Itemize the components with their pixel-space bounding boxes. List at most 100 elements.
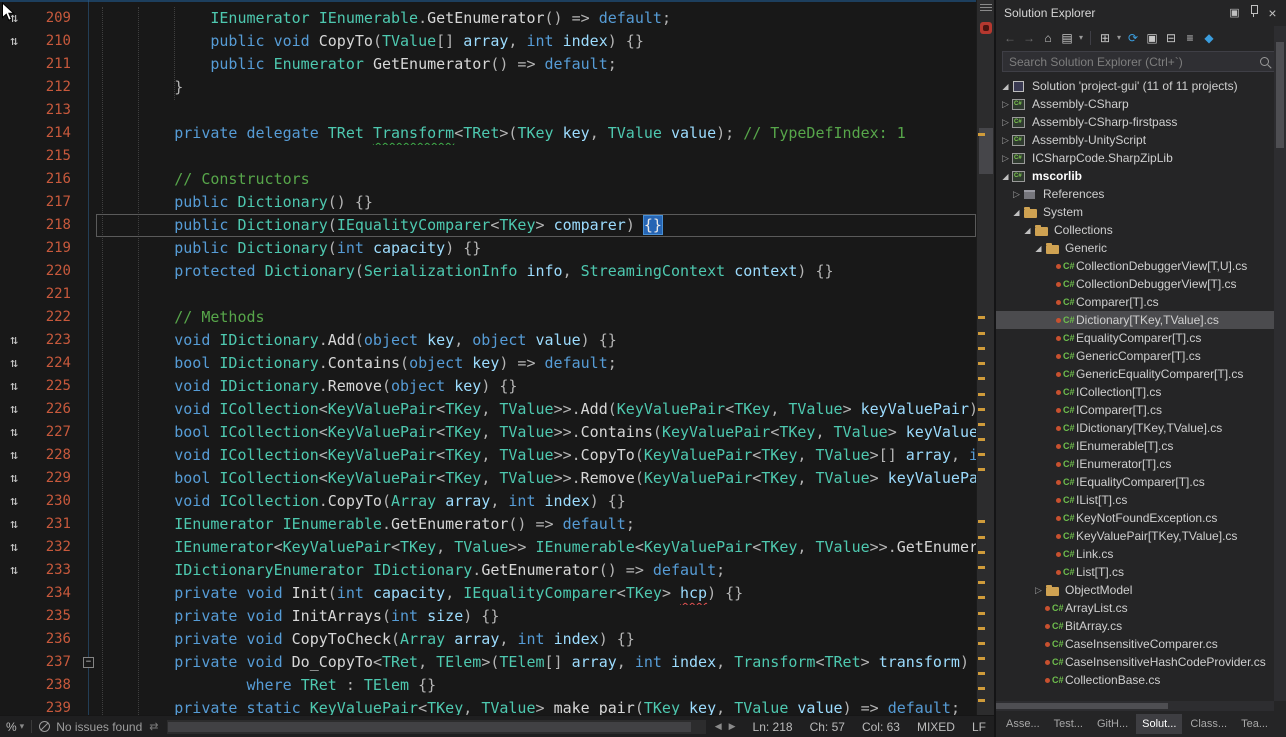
tree-vertical-scrollbar[interactable]	[1274, 26, 1286, 701]
search-icon[interactable]	[1260, 57, 1269, 66]
code-line[interactable]: ⇅228 void ICollection<KeyValuePair<TKey,…	[0, 444, 994, 467]
pin-icon[interactable]	[1244, 4, 1263, 21]
fold-collapse-box[interactable]: −	[83, 657, 94, 668]
switch-views-icon[interactable]: ▤	[1058, 29, 1076, 47]
glyph-margin[interactable]	[0, 306, 28, 329]
reference-glyph-icon[interactable]: ⇅	[0, 490, 28, 513]
code-line[interactable]: 219 public Dictionary(int capacity) {}	[0, 237, 994, 260]
compare-icon[interactable]: ⇄	[149, 720, 158, 733]
glyph-margin[interactable]	[0, 122, 28, 145]
collapsed-arrow-icon[interactable]: ▷	[1033, 585, 1044, 596]
properties-icon[interactable]: ◆	[1200, 29, 1218, 47]
tool-window-tab[interactable]: Class...	[1184, 714, 1233, 734]
search-input[interactable]	[1003, 55, 1260, 69]
code-line[interactable]: 211 public Enumerator GetEnumerator() =>…	[0, 53, 994, 76]
tool-window-tab[interactable]: Solut...	[1136, 714, 1182, 734]
refresh-icon[interactable]: ▣	[1143, 29, 1161, 47]
code-line[interactable]: 235 private void InitArrays(int size) {}	[0, 605, 994, 628]
code-line[interactable]: 214 private delegate TRet Transform<TRet…	[0, 122, 994, 145]
expanded-arrow-icon[interactable]: ◢	[1022, 226, 1033, 235]
home-icon[interactable]: ⌂	[1039, 29, 1057, 47]
glyph-margin[interactable]	[0, 168, 28, 191]
tree-item[interactable]: C#IEnumerable[T].cs	[996, 437, 1286, 455]
show-all-files-icon[interactable]: ≡	[1181, 29, 1199, 47]
tree-item[interactable]: C#IComparer[T].cs	[996, 401, 1286, 419]
tree-horizontal-scrollbar[interactable]	[996, 701, 1274, 711]
tool-window-tab[interactable]: Asse...	[1000, 714, 1046, 734]
glyph-margin[interactable]	[0, 605, 28, 628]
glyph-margin[interactable]	[0, 214, 28, 237]
glyph-margin[interactable]	[0, 191, 28, 214]
tree-item[interactable]: ◢Collections	[996, 221, 1286, 239]
glyph-margin[interactable]	[0, 237, 28, 260]
tree-item[interactable]: C#List[T].cs	[996, 563, 1286, 581]
tree-item[interactable]: C#CollectionBase.cs	[996, 671, 1286, 689]
tree-item[interactable]: ◢mscorlib	[996, 167, 1286, 185]
code-line[interactable]: 237− private void Do_CopyTo<TRet, TElem>…	[0, 651, 994, 674]
back-icon[interactable]: ←	[1001, 29, 1019, 47]
glyph-margin[interactable]	[0, 53, 28, 76]
tree-item[interactable]: ◢Generic	[996, 239, 1286, 257]
tree-item[interactable]: C#CaseInsensitiveComparer.cs	[996, 635, 1286, 653]
tree-item[interactable]: C#EqualityComparer[T].cs	[996, 329, 1286, 347]
code-line[interactable]: ⇅226 void ICollection<KeyValuePair<TKey,…	[0, 398, 994, 421]
scroll-right-button[interactable]: ▶	[729, 721, 736, 732]
glyph-margin[interactable]	[0, 697, 28, 715]
horizontal-scrollbar[interactable]	[167, 720, 705, 734]
zoom-control[interactable]: % ▾	[6, 720, 24, 734]
scroll-left-button[interactable]: ◀	[715, 721, 722, 732]
collapsed-arrow-icon[interactable]: ▷	[1000, 117, 1011, 128]
tree-item[interactable]: C#KeyNotFoundException.cs	[996, 509, 1286, 527]
tool-window-tab[interactable]: Tea...	[1235, 714, 1274, 734]
collapsed-arrow-icon[interactable]: ▷	[1000, 99, 1011, 110]
code-line[interactable]: ⇅230 void ICollection.CopyTo(Array array…	[0, 490, 994, 513]
tree-item[interactable]: ▷Assembly-CSharp-firstpass	[996, 113, 1286, 131]
tree-item[interactable]: C#BitArray.cs	[996, 617, 1286, 635]
tool-window-tab[interactable]: Test...	[1048, 714, 1089, 734]
reference-glyph-icon[interactable]: ⇅	[0, 536, 28, 559]
horizontal-scrollbar-thumb[interactable]	[168, 722, 690, 732]
glyph-margin[interactable]	[0, 99, 28, 122]
reference-glyph-icon[interactable]: ⇅	[0, 329, 28, 352]
code-editor[interactable]: ⇅209 IEnumerator IEnumerable.GetEnumerat…	[0, 0, 994, 715]
tree-item[interactable]: ▷References	[996, 185, 1286, 203]
code-line[interactable]: ⇅227 bool ICollection<KeyValuePair<TKey,…	[0, 421, 994, 444]
tree-item[interactable]: C#CollectionDebuggerView[T,U].cs	[996, 257, 1286, 275]
glyph-margin[interactable]	[0, 628, 28, 651]
code-line[interactable]: ⇅223 void IDictionary.Add(object key, ob…	[0, 329, 994, 352]
reference-glyph-icon[interactable]: ⇅	[0, 467, 28, 490]
tree-item[interactable]: C#GenericComparer[T].cs	[996, 347, 1286, 365]
reference-glyph-icon[interactable]: ⇅	[0, 444, 28, 467]
glyph-margin[interactable]	[0, 283, 28, 306]
pending-changes-filter-icon[interactable]: ⊞	[1096, 29, 1114, 47]
expanded-arrow-icon[interactable]: ◢	[1033, 244, 1044, 253]
collapsed-arrow-icon[interactable]: ▷	[1000, 153, 1011, 164]
filter-caret-icon[interactable]: ▾	[1115, 29, 1123, 47]
tool-window-tab[interactable]: GitH...	[1091, 714, 1134, 734]
reference-glyph-icon[interactable]: ⇅	[0, 352, 28, 375]
tree-item[interactable]: ▷ICSharpCode.SharpZipLib	[996, 149, 1286, 167]
tree-item[interactable]: C#CollectionDebuggerView[T].cs	[996, 275, 1286, 293]
switch-views-caret-icon[interactable]: ▾	[1077, 29, 1085, 47]
code-line[interactable]: 220 protected Dictionary(SerializationIn…	[0, 260, 994, 283]
code-line[interactable]: 222 // Methods	[0, 306, 994, 329]
glyph-margin[interactable]	[0, 582, 28, 605]
tree-item[interactable]: C#KeyValuePair[TKey,TValue].cs	[996, 527, 1286, 545]
code-line[interactable]: ⇅224 bool IDictionary.Contains(object ke…	[0, 352, 994, 375]
tree-item[interactable]: C#IList[T].cs	[996, 491, 1286, 509]
solution-explorer-titlebar[interactable]: Solution Explorer ▣ ×	[996, 0, 1286, 25]
tree-item[interactable]: ▷Assembly-CSharp	[996, 95, 1286, 113]
close-icon[interactable]: ×	[1263, 5, 1282, 21]
collapse-all-icon[interactable]: ⊟	[1162, 29, 1180, 47]
tree-item[interactable]: C#Comparer[T].cs	[996, 293, 1286, 311]
code-line[interactable]: ⇅232 IEnumerator<KeyValuePair<TKey, TVal…	[0, 536, 994, 559]
code-line[interactable]: 221	[0, 283, 994, 306]
glyph-margin[interactable]	[0, 145, 28, 168]
glyph-margin[interactable]	[0, 76, 28, 99]
code-line[interactable]: 216 // Constructors	[0, 168, 994, 191]
tree-item[interactable]: ▷Assembly-UnityScript	[996, 131, 1286, 149]
code-line[interactable]: 213	[0, 99, 994, 122]
glyph-margin[interactable]	[0, 674, 28, 697]
code-line[interactable]: 234 private void Init(int capacity, IEqu…	[0, 582, 994, 605]
tree-hscrollbar-thumb[interactable]	[996, 703, 1168, 709]
